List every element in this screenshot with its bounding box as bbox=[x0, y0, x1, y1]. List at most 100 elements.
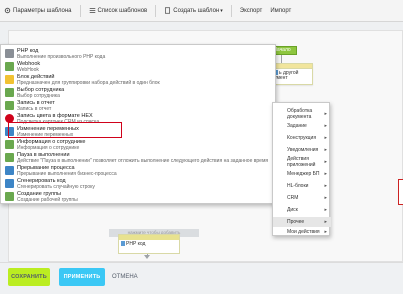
chevron-right-icon: ▸ bbox=[324, 219, 327, 225]
activity-menu: PHP код Выполнение произвольного PHP кода… bbox=[0, 44, 276, 204]
activity-card-text: PHP код bbox=[126, 240, 146, 247]
submenu-item-document-processing[interactable]: Обработка документа ▸ bbox=[273, 108, 331, 120]
menu-item-subtitle: Действие "Пауза в выполнении" позволяет … bbox=[17, 158, 269, 164]
generate-code-icon bbox=[5, 179, 14, 188]
process-stop-icon bbox=[5, 166, 14, 175]
submenu-item-label: Прочее bbox=[287, 219, 305, 225]
template-list-button[interactable]: Список шаблонов bbox=[89, 7, 148, 14]
import-button[interactable]: Импорт bbox=[270, 8, 291, 14]
menu-item-subtitle: Выбор сотрудника bbox=[17, 93, 60, 99]
menu-item[interactable]: Запись в отчет Запись в отчет bbox=[1, 100, 277, 112]
chevron-right-icon: ▸ bbox=[324, 147, 327, 153]
submenu-item-label: Мои действия bbox=[287, 229, 320, 235]
menu-item[interactable]: Блок действий Предназначен для группировк… bbox=[1, 74, 277, 86]
list-icon bbox=[89, 8, 95, 13]
menu-item[interactable]: Изменение переменных Изменение переменных bbox=[1, 126, 277, 138]
import-label: Импорт bbox=[270, 7, 292, 14]
menu-item-subtitle: Запись в отчет bbox=[17, 106, 52, 112]
submenu-item-crm[interactable]: CRM ▸ bbox=[273, 193, 331, 203]
menu-item-subtitle: Создание рабочей группы bbox=[17, 197, 78, 203]
webhook-icon bbox=[5, 62, 14, 71]
chevron-down-icon: ▾ bbox=[220, 7, 223, 14]
menu-item[interactable]: Сгенерировать код Сгенерировать случайную… bbox=[1, 178, 277, 190]
submenu-item-construction[interactable]: Конструкция ▸ bbox=[273, 133, 331, 143]
toolbar-divider bbox=[230, 4, 232, 17]
template-params-label: Параметры шаблона bbox=[13, 7, 72, 14]
settings-icon bbox=[4, 7, 11, 14]
submenu-item-my-actions[interactable]: Мои действия ▸ bbox=[273, 227, 331, 237]
submenu-item-label: Диск bbox=[287, 207, 298, 213]
chevron-right-icon: ▸ bbox=[324, 183, 327, 189]
submenu-item-hl-blocks[interactable]: HL-блоки ▸ bbox=[273, 181, 331, 191]
connector-arrow-icon bbox=[144, 255, 150, 259]
submenu-item-label: Задание bbox=[287, 123, 307, 129]
employee-select-icon bbox=[5, 88, 14, 97]
pause-icon bbox=[5, 153, 14, 162]
menu-item[interactable]: PHP код Выполнение произвольного PHP кода bbox=[1, 48, 277, 60]
menu-item-subtitle: Изменение переменных bbox=[17, 132, 74, 138]
chevron-right-icon: ▸ bbox=[324, 123, 327, 129]
submenu-item-label: CRM bbox=[287, 195, 299, 201]
php-code-icon bbox=[121, 241, 125, 246]
toolbar-divider bbox=[155, 4, 157, 17]
designer-toolbar: Параметры шаблона Список шаблонов Создат… bbox=[0, 0, 403, 22]
menu-item-subtitle: Предназначен для группировки набора дейс… bbox=[17, 80, 160, 86]
menu-item-subtitle: Прерывание выполнения бизнес-процесса bbox=[17, 171, 117, 177]
action-block-icon bbox=[5, 75, 14, 84]
toolbar-divider bbox=[79, 4, 81, 17]
menu-item-hex-color[interactable]: Запись цвета в формате HEX Подсветка карт… bbox=[1, 113, 277, 125]
submenu-item-label: HL-блоки bbox=[287, 183, 309, 189]
php-code-activity-card[interactable]: PHP код bbox=[118, 234, 180, 254]
save-button[interactable]: СОХРАНИТЬ bbox=[8, 268, 50, 286]
activity-card[interactable]: ь другой умент bbox=[271, 63, 313, 85]
apply-button[interactable]: ПРИМЕНИТЬ bbox=[59, 268, 105, 286]
menu-item[interactable]: Информация о сотруднике Информация о сотр… bbox=[1, 139, 277, 151]
menu-item[interactable]: Выбор сотрудника Выбор сотрудника bbox=[1, 87, 277, 99]
submenu-item-task[interactable]: Задание ▸ bbox=[273, 121, 331, 131]
menu-item-subtitle: Сгенерировать случайную строку bbox=[17, 184, 95, 190]
chevron-right-icon: ▸ bbox=[324, 135, 327, 141]
menu-item-subtitle: Выполнение произвольного PHP кода bbox=[17, 54, 106, 60]
menu-item-subtitle: Подсветка карточек CRM из списка bbox=[17, 119, 100, 125]
template-params-button[interactable]: Параметры шаблона bbox=[4, 7, 72, 14]
export-button[interactable]: Экспорт bbox=[240, 8, 263, 14]
submenu-item-label: Уведомления bbox=[287, 147, 319, 153]
submenu-item-label: Конструкция bbox=[287, 135, 317, 141]
chevron-right-icon: ▸ bbox=[324, 159, 327, 165]
menu-item[interactable]: Webhook WebHook bbox=[1, 61, 277, 73]
group-create-icon bbox=[5, 192, 14, 201]
menu-item-subtitle: Информация о сотруднике bbox=[17, 145, 80, 151]
menu-item-subtitle: WebHook bbox=[17, 67, 39, 73]
menu-item[interactable]: Прерывание процесса Прерывание выполнения… bbox=[1, 165, 277, 177]
employee-info-icon bbox=[5, 140, 14, 149]
highlight-frame-right bbox=[398, 179, 403, 205]
chevron-right-icon: ▸ bbox=[324, 229, 327, 235]
report-record-icon bbox=[5, 101, 14, 110]
submenu-item-notifications[interactable]: Уведомления ▸ bbox=[273, 145, 331, 155]
activity-category-submenu: Обработка документа ▸ Задание ▸ Конструкци… bbox=[272, 102, 331, 237]
document-icon bbox=[165, 7, 171, 14]
hex-color-icon bbox=[5, 114, 14, 123]
template-list-label: Список шаблонов bbox=[97, 7, 148, 14]
php-code-icon bbox=[5, 49, 14, 58]
chevron-right-icon: ▸ bbox=[324, 195, 327, 201]
submenu-item-label: Менеджер БП bbox=[287, 171, 320, 177]
menu-item[interactable]: Создание группы Создание рабочей группы bbox=[1, 191, 277, 203]
menu-item[interactable]: Пауза в выполнении Действие "Пауза в выпо… bbox=[1, 152, 277, 164]
chevron-right-icon: ▸ bbox=[324, 171, 327, 177]
cancel-button[interactable]: ОТМЕНА bbox=[112, 268, 138, 286]
chevron-right-icon: ▸ bbox=[324, 207, 327, 213]
chevron-right-icon: ▸ bbox=[324, 111, 327, 117]
submenu-item-label: Действия приложений bbox=[287, 156, 316, 168]
submenu-item-disk[interactable]: Диск ▸ bbox=[273, 205, 331, 215]
connector-line bbox=[281, 55, 282, 63]
submenu-item-other[interactable]: Прочее ▸ bbox=[273, 217, 331, 227]
footer-bar: СОХРАНИТЬ ПРИМЕНИТЬ ОТМЕНА bbox=[0, 262, 403, 294]
create-template-label: Создать шаблон bbox=[173, 7, 220, 14]
export-label: Экспорт bbox=[239, 7, 263, 14]
submenu-item-app-actions[interactable]: Действия приложений ▸ bbox=[273, 156, 331, 168]
submenu-item-label: Обработка документа bbox=[287, 108, 313, 120]
create-template-button[interactable]: Создать шаблон ▾ bbox=[164, 7, 223, 14]
submenu-item-bp-manager[interactable]: Менеджер БП ▸ bbox=[273, 169, 331, 179]
variables-icon bbox=[5, 127, 14, 136]
